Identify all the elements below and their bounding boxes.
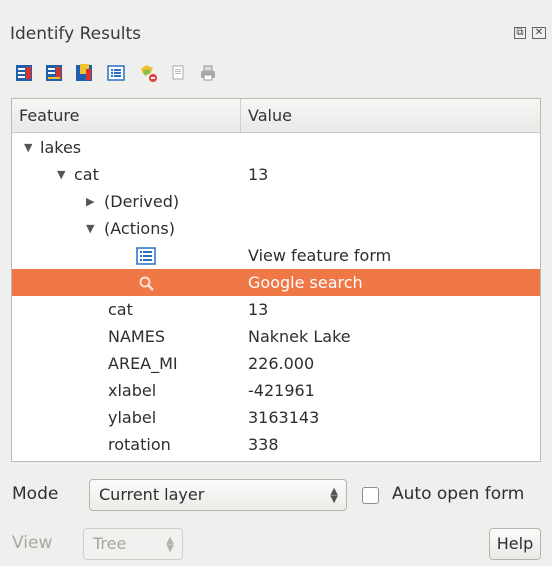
row-feature: (Actions)	[104, 219, 175, 238]
tree-row-attribute[interactable]: NAMES Naknek Lake	[12, 323, 540, 350]
row-value: View feature form	[248, 246, 392, 265]
chevron-updown-icon: ▲ ▼	[330, 486, 338, 505]
tree-row-view-feature-form[interactable]: View feature form	[12, 242, 540, 269]
row-value: 3163143	[248, 408, 320, 427]
expand-all-icon[interactable]	[12, 61, 36, 85]
tree-header: Feature Value	[12, 99, 540, 133]
row-feature: ylabel	[108, 408, 157, 427]
identify-results-panel: Identify Results ⧉ ✕ Feature Value ▼ lak…	[0, 0, 552, 566]
row-value: Google search	[248, 273, 363, 292]
mode-label: Mode	[12, 484, 59, 504]
row-feature: lakes	[40, 138, 82, 157]
tree-row-attribute[interactable]: ylabel 3163143	[12, 404, 540, 431]
tree-row-attribute[interactable]: AREA_MI 226.000	[12, 350, 540, 377]
row-value: -421961	[248, 381, 315, 400]
tree-row-attribute[interactable]: cat 13	[12, 296, 540, 323]
close-icon[interactable]: ✕	[532, 27, 546, 39]
mode-select-value: Current layer	[99, 485, 205, 504]
tree-row-attribute[interactable]: xlabel -421961	[12, 377, 540, 404]
feature-column-header[interactable]: Feature	[19, 99, 79, 132]
view-label: View	[12, 533, 53, 553]
clear-results-icon[interactable]	[136, 61, 160, 85]
row-feature: cat	[74, 165, 99, 184]
row-value: 13	[248, 300, 269, 319]
header-divider	[240, 99, 241, 132]
row-feature: rotation	[108, 435, 171, 454]
collapse-arrow-icon[interactable]: ▼	[86, 215, 94, 242]
print-icon[interactable]	[196, 61, 220, 85]
row-value: 226.000	[248, 354, 315, 373]
row-value: Naknek Lake	[248, 327, 351, 346]
row-feature: (Derived)	[104, 192, 180, 211]
form-icon	[136, 246, 156, 265]
row-value: 13	[248, 165, 269, 184]
collapse-all-icon[interactable]	[42, 61, 66, 85]
tree-row-google-search[interactable]: Google search	[12, 269, 540, 296]
tree-row-actions[interactable]: ▼ (Actions)	[12, 215, 540, 242]
tree-row-attribute[interactable]: rotation 338	[12, 431, 540, 458]
view-select-value: Tree	[93, 534, 127, 553]
search-action-icon	[138, 274, 156, 292]
expand-arrow-icon[interactable]: ▶	[86, 188, 94, 215]
open-form-icon[interactable]	[104, 61, 128, 85]
collapse-arrow-icon[interactable]: ▼	[57, 161, 65, 188]
float-icon[interactable]: ⧉	[514, 27, 526, 39]
tree-row-derived[interactable]: ▶ (Derived)	[12, 188, 540, 215]
expand-new-results-icon[interactable]	[72, 61, 96, 85]
mode-select[interactable]: Current layer ▲ ▼	[89, 479, 347, 511]
results-tree[interactable]: Feature Value ▼ lakes ▼ cat 13 ▶ (Derive…	[11, 98, 541, 462]
collapse-arrow-icon[interactable]: ▼	[24, 134, 32, 161]
row-value: 338	[248, 435, 279, 454]
row-feature: xlabel	[108, 381, 157, 400]
tree-row-cat-feature[interactable]: ▼ cat 13	[12, 161, 540, 188]
tree-row-lakes[interactable]: ▼ lakes	[12, 134, 540, 161]
chevron-updown-icon: ▲ ▼	[166, 535, 174, 554]
value-column-header[interactable]: Value	[248, 99, 292, 132]
row-feature: cat	[108, 300, 133, 319]
auto-open-form-label[interactable]: Auto open form	[392, 484, 524, 504]
copy-icon[interactable]	[166, 61, 190, 85]
auto-open-form-checkbox[interactable]	[362, 487, 379, 504]
panel-title: Identify Results	[10, 24, 141, 44]
row-feature: NAMES	[108, 327, 165, 346]
row-feature: AREA_MI	[108, 354, 178, 373]
help-button[interactable]: Help	[489, 528, 541, 560]
view-select[interactable]: Tree ▲ ▼	[83, 528, 183, 560]
